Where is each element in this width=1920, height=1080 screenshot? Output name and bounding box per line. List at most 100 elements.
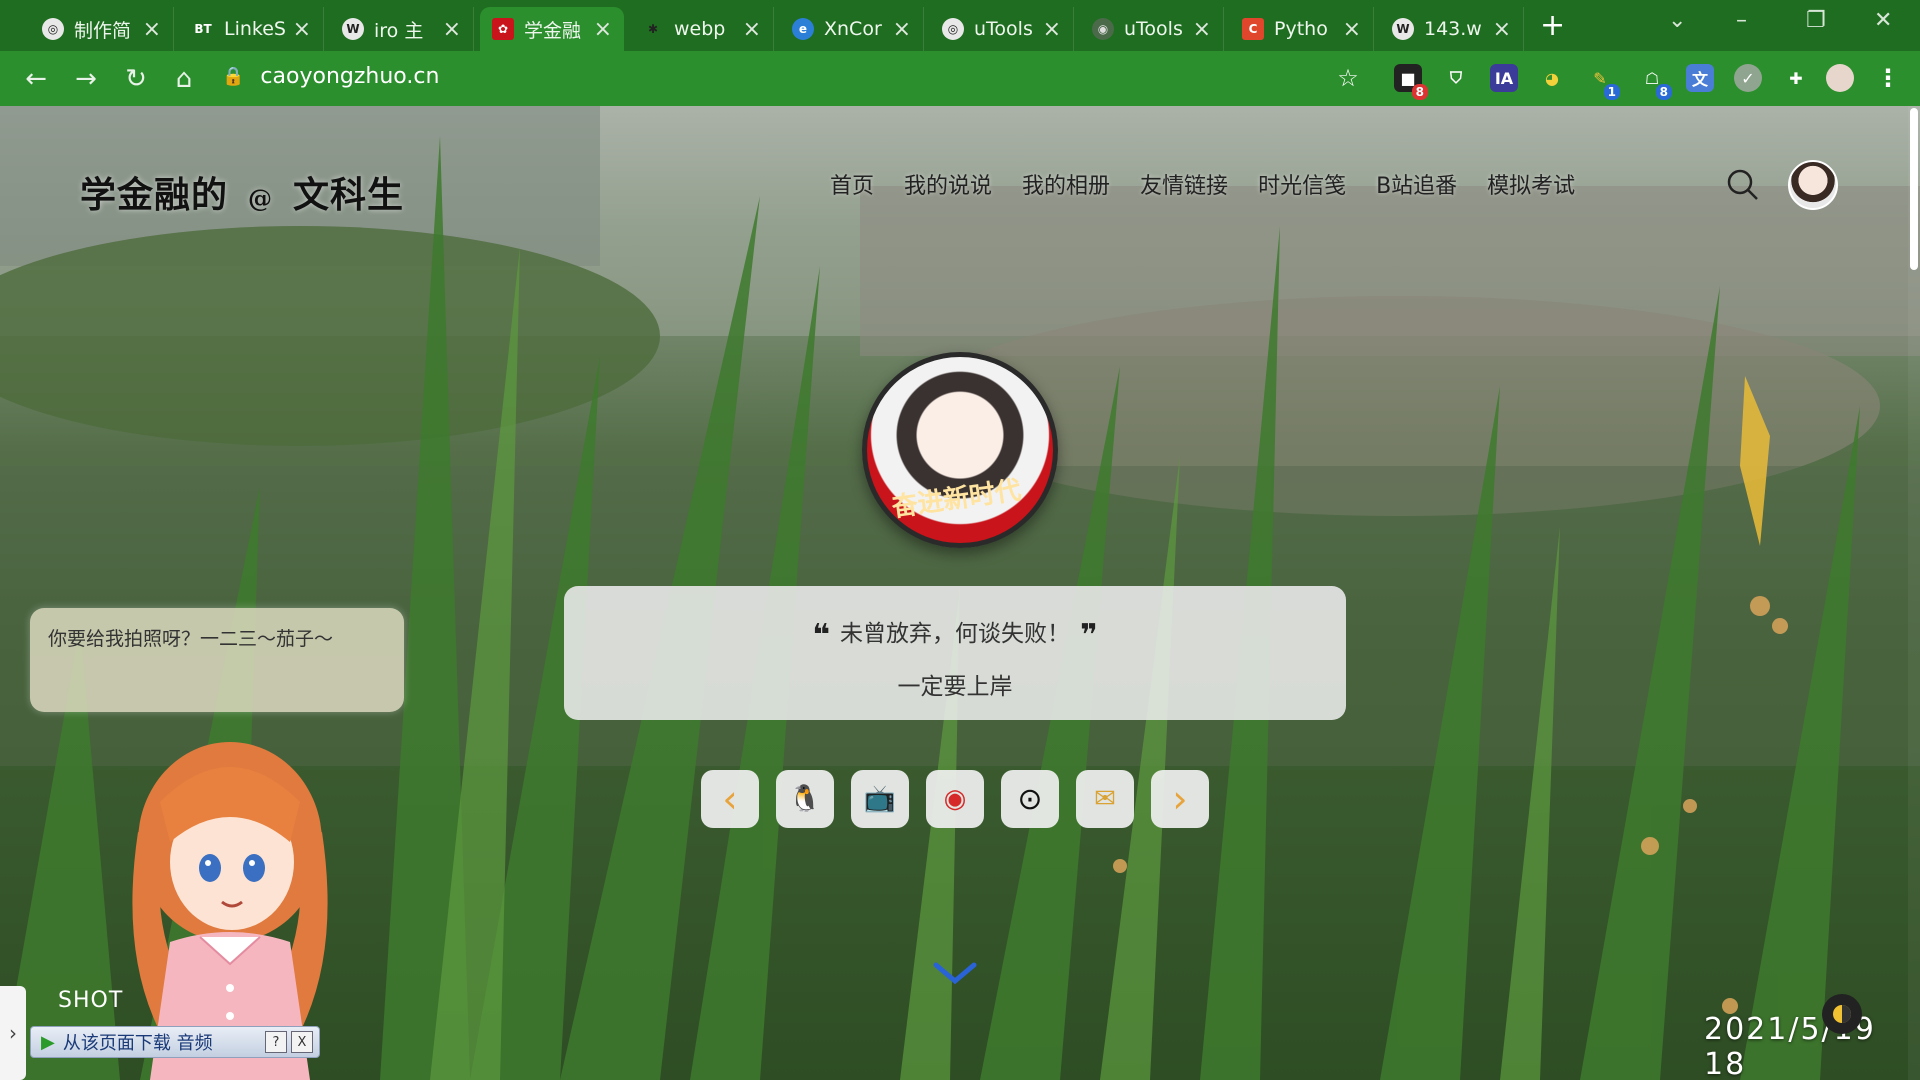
tab-search-icon[interactable]: ⌄ — [1668, 8, 1686, 33]
tab-7[interactable]: ◉ uTools × — [1080, 7, 1224, 51]
wordpress-icon: W — [342, 18, 364, 40]
reload-icon[interactable]: ↻ — [124, 64, 148, 94]
restore-icon[interactable]: ❐ — [1806, 8, 1826, 33]
close-window-icon[interactable]: ✕ — [1874, 8, 1892, 33]
github-icon: ⊙ — [1017, 781, 1043, 817]
close-tab-icon[interactable]: × — [893, 17, 911, 42]
qq-icon: 🐧 — [788, 784, 822, 814]
extensions-puzzle-icon[interactable]: ✚ — [1782, 64, 1810, 92]
chevron-down-icon[interactable] — [932, 961, 978, 985]
tab-9[interactable]: W 143.w × — [1380, 7, 1524, 51]
email-icon: ✉ — [1094, 784, 1116, 814]
profile-avatar[interactable]: 奋进新时代 — [862, 352, 1058, 548]
site-logo[interactable]: 学金融的 @ 文科生 — [80, 166, 404, 218]
forward-icon[interactable]: → — [74, 64, 98, 94]
close-tab-icon[interactable]: × — [443, 17, 461, 42]
theme-toggle-icon[interactable] — [1822, 994, 1862, 1034]
tab-5[interactable]: e XnCor × — [780, 7, 924, 51]
quote-open-icon: ❝ — [812, 618, 830, 653]
nav-home[interactable]: 首页 — [830, 168, 874, 200]
nav-friend-links[interactable]: 友情链接 — [1140, 168, 1228, 200]
lock-icon[interactable]: 🔒 — [222, 66, 244, 87]
blog-page: 学金融的 @ 文科生 首页 我的说说 我的相册 友情链接 时光信笺 B站追番 模拟考… — [0, 106, 1920, 1080]
clock-text: 2021/5/19 18 — [1704, 1012, 1876, 1080]
close-tab-icon[interactable]: × — [1043, 17, 1061, 42]
tab-title: 制作简 — [74, 19, 132, 42]
site-nav: 首页 我的说说 我的相册 友情链接 时光信笺 B站追番 模拟考试 — [830, 168, 1575, 200]
prev-arrow-button[interactable]: ‹ — [701, 770, 759, 828]
home-icon[interactable]: ⌂ — [172, 64, 196, 94]
bilibili-button[interactable]: 📺 — [851, 770, 909, 828]
scrollbar-thumb[interactable] — [1910, 108, 1918, 270]
next-arrow-icon: › — [1172, 777, 1188, 821]
close-icon[interactable]: X — [291, 1031, 313, 1053]
menu-icon[interactable]: ⋮ — [1874, 64, 1902, 92]
tab-3[interactable]: ✿ 学金融 × — [480, 7, 624, 51]
ia-extension-icon[interactable]: IA — [1490, 64, 1518, 92]
back-icon[interactable]: ← — [24, 64, 48, 94]
tab-1[interactable]: BT LinkeS × — [180, 7, 324, 51]
tab-6[interactable]: ◎ uTools × — [930, 7, 1074, 51]
new-tab-icon[interactable]: + — [1540, 8, 1565, 43]
extension-icon[interactable]: ■ 8 — [1394, 64, 1428, 100]
url-text[interactable]: caoyongzhuo.cn — [260, 64, 439, 89]
close-tab-icon[interactable]: × — [1193, 17, 1211, 42]
close-tab-icon[interactable]: × — [1343, 17, 1361, 42]
globe-icon: ◎ — [42, 18, 64, 40]
nav-bilibili-anime[interactable]: B站追番 — [1376, 168, 1457, 200]
badge: 8 — [1411, 84, 1428, 100]
tab-0[interactable]: ◎ 制作简 × — [30, 7, 174, 51]
checkmark-icon[interactable]: ✓ — [1734, 64, 1762, 92]
play-icon[interactable]: ▶ — [41, 1032, 55, 1053]
tab-title: iro 主 — [374, 19, 424, 42]
quote-card: ❝ 未曾放弃，何谈失败！ ❞ 一定要上岸 — [564, 586, 1346, 720]
bilibili-icon: 📺 — [863, 784, 897, 814]
qq-button[interactable]: 🐧 — [776, 770, 834, 828]
tab-title: uTools — [1124, 18, 1183, 40]
extension-shield-icon[interactable]: ⛉ — [1442, 64, 1470, 92]
minimize-icon[interactable]: – — [1736, 8, 1747, 33]
puzzle-icon: ✱ — [647, 22, 659, 36]
email-button[interactable]: ✉ — [1076, 770, 1134, 828]
quote-subtitle: 一定要上岸 — [897, 674, 1013, 700]
nav-albums[interactable]: 我的相册 — [1022, 168, 1110, 200]
tab-title: Pytho — [1274, 18, 1328, 40]
badge: 1 — [1603, 84, 1620, 100]
weibo-button[interactable]: ◉ — [926, 770, 984, 828]
c-icon: C — [1242, 18, 1264, 40]
close-tab-icon[interactable]: × — [143, 17, 161, 42]
nav-time-letters[interactable]: 时光信笺 — [1258, 168, 1346, 200]
close-tab-icon[interactable]: × — [1493, 17, 1511, 42]
logo-at: @ — [248, 184, 274, 213]
left-panel-toggle[interactable]: › — [0, 986, 26, 1080]
close-tab-icon[interactable]: × — [743, 17, 761, 42]
user-avatar[interactable] — [1788, 160, 1838, 210]
audio-download-bar[interactable]: ▶ 从该页面下载 音频 ? X — [30, 1026, 320, 1058]
extension-globe-icon[interactable]: ◕ — [1538, 64, 1566, 92]
tab-4[interactable]: ✱ webp × — [630, 7, 774, 51]
quote-text: 未曾放弃，何谈失败！ — [840, 621, 1070, 647]
download-bar-text[interactable]: 从该页面下载 音频 — [63, 1029, 261, 1055]
bookmark-star-icon[interactable]: ☆ — [1334, 64, 1362, 92]
close-tab-icon[interactable]: × — [594, 17, 612, 42]
address-bar[interactable]: 🔒 caoyongzhuo.cn — [222, 64, 439, 89]
nav-mock-exam[interactable]: 模拟考试 — [1487, 168, 1575, 200]
tab-title: XnCor — [824, 18, 882, 40]
tab-title: 143.w — [1424, 18, 1482, 40]
avatar-banner-text: 奋进新时代 — [889, 475, 1023, 524]
github-button[interactable]: ⊙ — [1001, 770, 1059, 828]
extension-cat-icon[interactable]: ☖ 8 — [1638, 64, 1672, 100]
logo-sub: 文科生 — [293, 174, 405, 216]
close-tab-icon[interactable]: × — [293, 17, 311, 42]
help-icon[interactable]: ? — [265, 1031, 287, 1053]
profile-avatar-icon[interactable] — [1826, 64, 1854, 92]
tab-8[interactable]: C Pytho × — [1230, 7, 1374, 51]
translate-icon[interactable]: 文 — [1686, 64, 1714, 92]
logo-main: 学金融的 — [80, 174, 229, 216]
tab-2[interactable]: Wiro 主 × — [330, 7, 474, 51]
next-arrow-button[interactable]: › — [1151, 770, 1209, 828]
extension-key-icon[interactable]: ✎ 1 — [1586, 64, 1620, 100]
search-icon[interactable] — [1726, 168, 1760, 202]
shot-label: SHOT — [58, 988, 124, 1013]
nav-moments[interactable]: 我的说说 — [904, 168, 992, 200]
